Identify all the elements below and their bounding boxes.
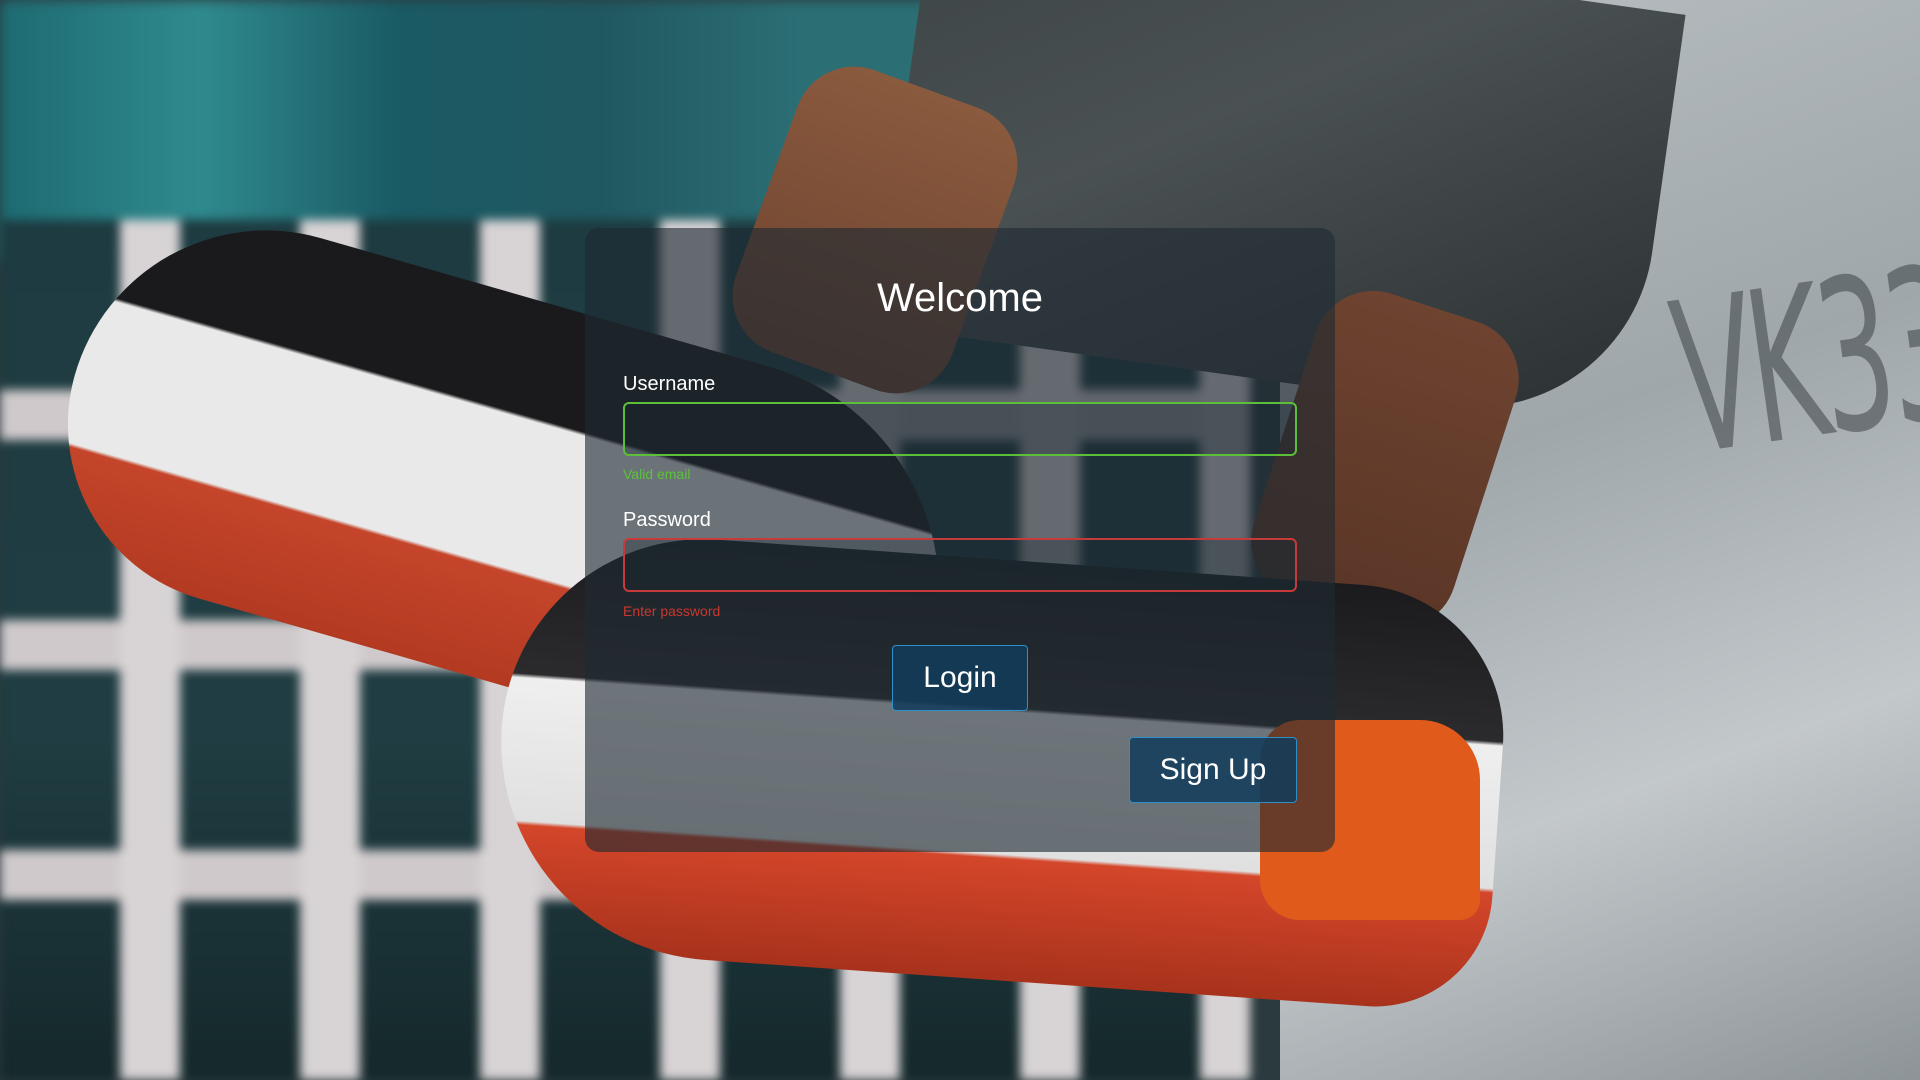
login-button[interactable]: Login — [892, 645, 1028, 711]
username-input[interactable] — [623, 402, 1297, 456]
password-validation-message: Enter password — [623, 603, 721, 619]
page-title: Welcome — [877, 276, 1043, 320]
password-input[interactable] — [623, 538, 1297, 592]
password-label: Password — [623, 509, 711, 531]
username-label: Username — [623, 373, 716, 395]
username-validation-message: Valid email — [623, 466, 691, 482]
login-card: Welcome Username Valid email Password En… — [585, 228, 1335, 852]
background-graffiti: VK33 — [1660, 221, 1920, 503]
signup-button[interactable]: Sign Up — [1129, 737, 1297, 803]
